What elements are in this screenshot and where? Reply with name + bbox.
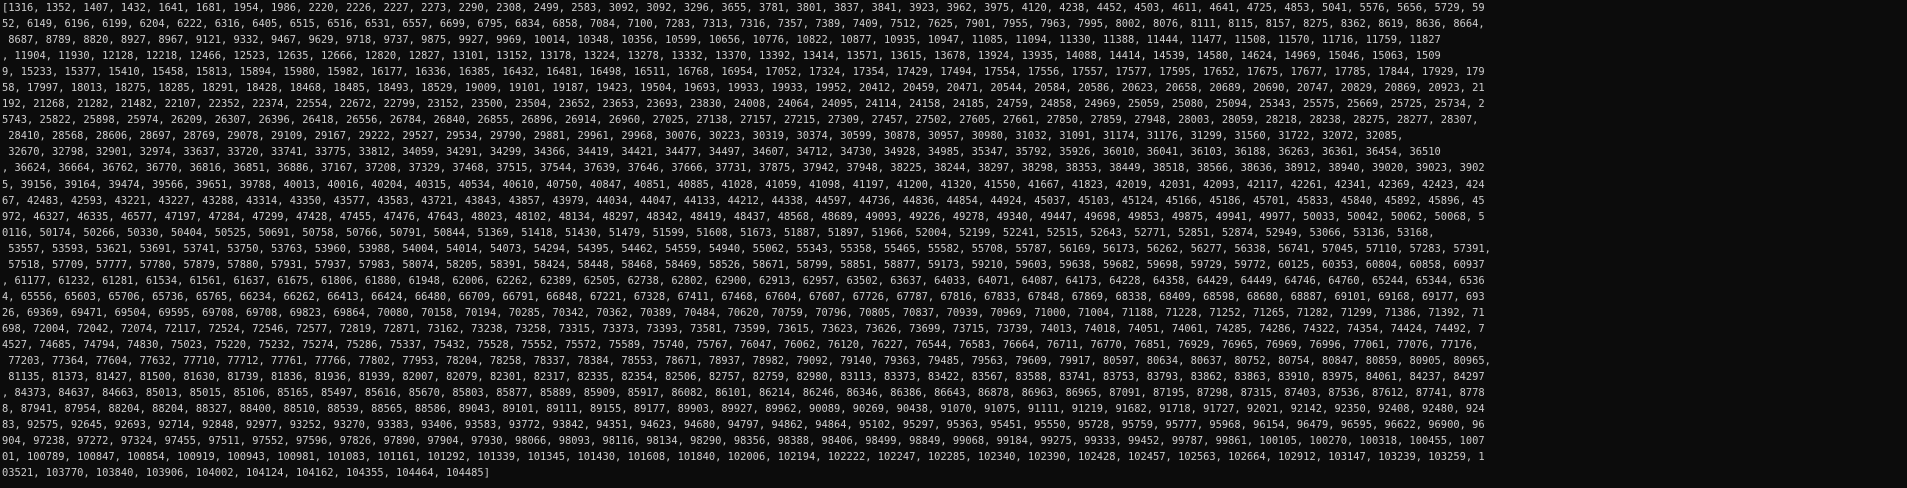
- output-line: 9, 15233, 15377, 15410, 15458, 15813, 15…: [2, 66, 1485, 79]
- output-line: 972, 46327, 46335, 46577, 47197, 47284, …: [2, 210, 1485, 223]
- output-line: 52, 6149, 6196, 6199, 6204, 6222, 6316, …: [2, 18, 1485, 31]
- output-line: 192, 21268, 21282, 21482, 22107, 22352, …: [2, 98, 1485, 111]
- output-line: 32670, 32798, 32901, 32974, 33637, 33720…: [2, 146, 1441, 159]
- output-line: 5743, 25822, 25898, 25974, 26209, 26307,…: [2, 114, 1479, 127]
- output-line: 67, 42483, 42593, 43221, 43227, 43288, 4…: [2, 194, 1485, 207]
- output-line: 26, 69369, 69471, 69504, 69595, 69708, 6…: [2, 306, 1485, 319]
- output-line: 5, 39156, 39164, 39474, 39566, 39651, 39…: [2, 178, 1485, 191]
- terminal-output: [1316, 1352, 1407, 1432, 1641, 1681, 195…: [2, 0, 1905, 481]
- output-line: 03521, 103770, 103840, 103906, 104002, 1…: [2, 467, 490, 480]
- output-line: 53557, 53593, 53621, 53691, 53741, 53750…: [2, 242, 1491, 255]
- output-line: 57518, 57709, 57777, 57780, 57879, 57880…: [2, 258, 1485, 271]
- output-line: 01, 100789, 100847, 100854, 100919, 1009…: [2, 451, 1485, 464]
- output-line: 28410, 28568, 28606, 28697, 28769, 29078…: [2, 130, 1404, 143]
- output-line: 77203, 77364, 77604, 77632, 77710, 77712…: [2, 355, 1491, 368]
- output-line: 58, 17997, 18013, 18275, 18285, 18291, 1…: [2, 82, 1485, 95]
- output-line: , 61177, 61232, 61281, 61534, 61561, 616…: [2, 274, 1485, 287]
- output-line: , 36624, 36664, 36762, 36770, 36816, 368…: [2, 162, 1485, 175]
- output-line: 4527, 74685, 74794, 74830, 75023, 75220,…: [2, 338, 1479, 351]
- output-line: 904, 97238, 97272, 97324, 97455, 97511, …: [2, 435, 1485, 448]
- terminal-window[interactable]: [1316, 1352, 1407, 1432, 1641, 1681, 195…: [0, 0, 1907, 488]
- output-line: [1316, 1352, 1407, 1432, 1641, 1681, 195…: [2, 2, 1485, 14]
- output-line: 8, 87941, 87954, 88204, 88204, 88327, 88…: [2, 403, 1485, 416]
- output-line: 0116, 50174, 50266, 50330, 50404, 50525,…: [2, 226, 1435, 239]
- output-line: , 84373, 84637, 84663, 85013, 85015, 851…: [2, 387, 1485, 400]
- output-line: 698, 72004, 72042, 72074, 72117, 72524, …: [2, 322, 1485, 335]
- output-line: 8687, 8789, 8820, 8927, 8967, 9121, 9332…: [2, 34, 1441, 47]
- output-line: , 11904, 11930, 12128, 12218, 12466, 125…: [2, 50, 1441, 63]
- output-line: 4, 65556, 65603, 65706, 65736, 65765, 66…: [2, 290, 1485, 303]
- output-line: 83, 92575, 92645, 92693, 92714, 92848, 9…: [2, 419, 1485, 432]
- output-line: 81135, 81373, 81427, 81500, 81630, 81739…: [2, 371, 1485, 384]
